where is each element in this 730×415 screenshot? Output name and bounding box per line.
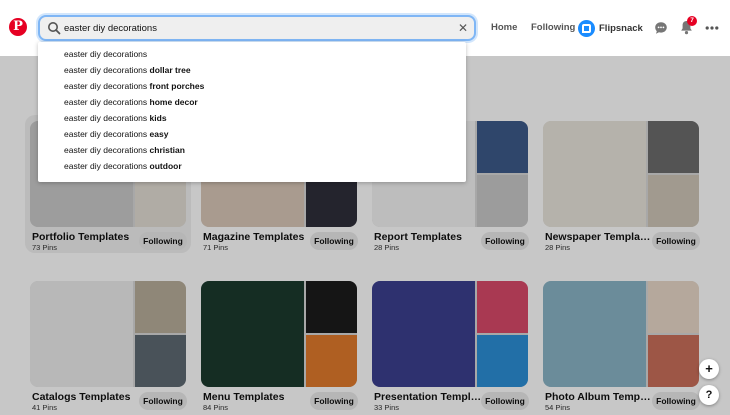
profile-link[interactable]: Flipsnack — [578, 19, 643, 37]
create-plus-button[interactable]: + — [699, 359, 719, 379]
clear-search-icon[interactable]: ✕ — [458, 20, 468, 36]
suggestion-item[interactable]: easter diy decorations front porches — [38, 78, 466, 94]
suggestion-base: easter diy decorations — [64, 113, 148, 123]
search-suggestions-dropdown: easter diy decorations easter diy decora… — [38, 42, 466, 182]
suggestion-item[interactable]: easter diy decorations kids — [38, 110, 466, 126]
help-button[interactable]: ? — [699, 385, 719, 405]
search-input[interactable] — [64, 20, 444, 36]
suggestion-completion: front porches — [147, 81, 205, 91]
suggestion-base: easter diy decorations — [64, 145, 148, 155]
search-bar[interactable]: ✕ — [38, 15, 476, 41]
suggestion-item[interactable]: easter diy decorations home decor — [38, 94, 466, 110]
suggestion-completion: home decor — [147, 97, 198, 107]
suggestion-base: easter diy decorations — [64, 65, 148, 75]
suggestion-completion: easy — [147, 129, 169, 139]
suggestion-completion: kids — [147, 113, 167, 123]
notification-badge: 7 — [687, 16, 697, 26]
suggestion-item[interactable]: easter diy decorations outdoor — [38, 158, 466, 174]
suggestion-base: easter diy decorations — [64, 81, 148, 91]
suggestion-base: easter diy decorations — [64, 161, 148, 171]
avatar — [578, 19, 595, 37]
flipsnack-logo-icon — [582, 23, 591, 33]
chat-icon[interactable] — [654, 21, 668, 35]
suggestion-completion: outdoor — [147, 161, 182, 171]
more-options-icon[interactable] — [705, 21, 719, 35]
suggestion-base: easter diy decorations — [64, 49, 148, 59]
search-icon — [48, 22, 61, 35]
suggestion-completion: christian — [147, 145, 185, 155]
pinterest-logo-icon[interactable]: P — [9, 18, 27, 36]
nav-following-link[interactable]: Following — [531, 22, 575, 33]
nav-home-link[interactable]: Home — [491, 22, 517, 33]
suggestion-completion: dollar tree — [147, 65, 191, 75]
suggestion-base: easter diy decorations — [64, 129, 148, 139]
profile-name: Flipsnack — [599, 22, 643, 34]
suggestion-item[interactable]: easter diy decorations christian — [38, 142, 466, 158]
suggestion-item[interactable]: easter diy decorations easy — [38, 126, 466, 142]
suggestion-item[interactable]: easter diy decorations dollar tree — [38, 62, 466, 78]
suggestion-base: easter diy decorations — [64, 97, 148, 107]
suggestion-item[interactable]: easter diy decorations — [38, 46, 466, 62]
